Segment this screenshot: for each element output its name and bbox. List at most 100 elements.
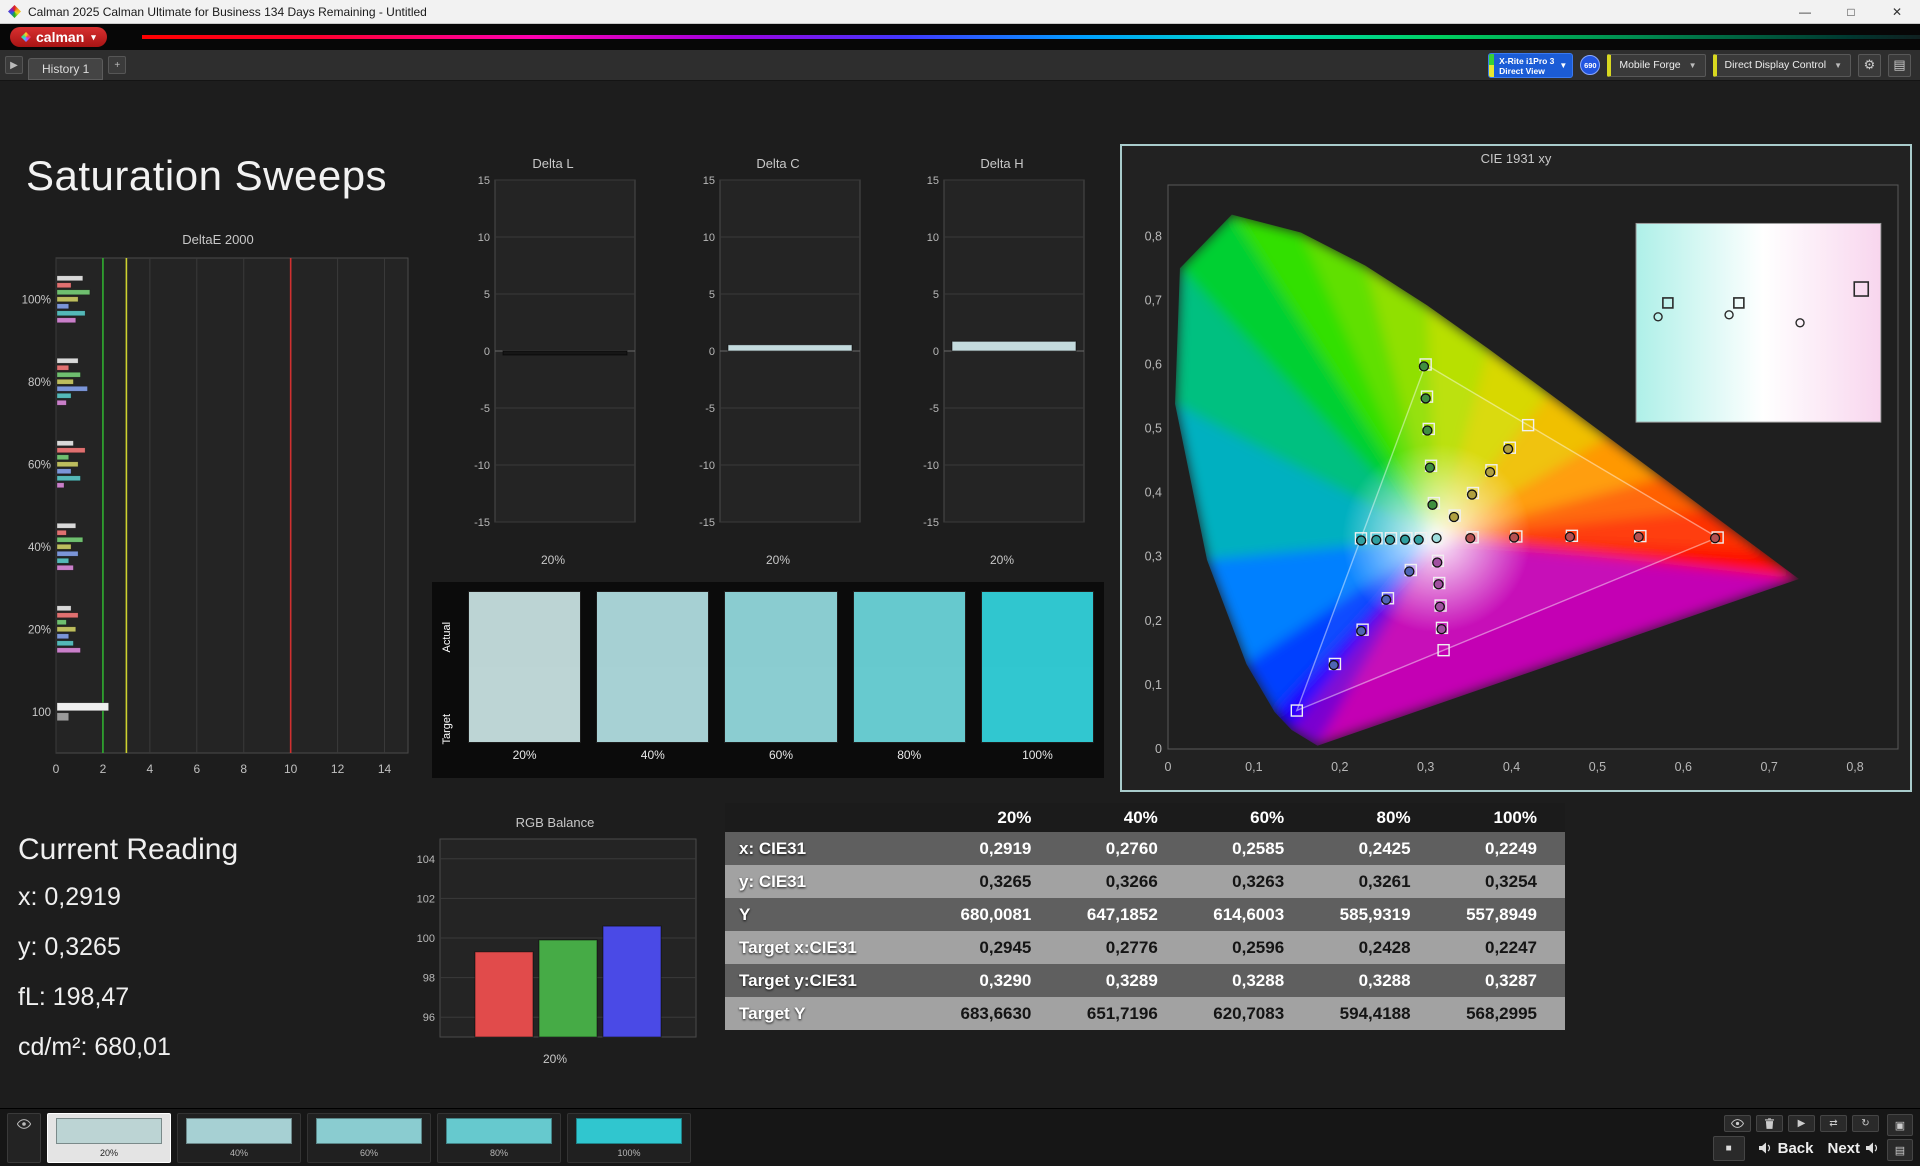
settings-gear-button[interactable]: ⚙ <box>1858 53 1881 77</box>
reading-fl: fL: 198,47 <box>18 983 130 1011</box>
deltae-bar <box>56 317 77 324</box>
chevron-down-icon: ▼ <box>1834 60 1842 70</box>
axis-label: 100 <box>32 707 51 719</box>
axis-label: 5 <box>709 289 715 301</box>
delta-l-xlabel: 20% <box>540 553 566 567</box>
deltae-bar <box>56 310 86 317</box>
actual-swatch <box>981 592 1094 667</box>
axis-label: 5 <box>484 289 490 301</box>
cie-title: CIE 1931 xy <box>1480 151 1552 166</box>
axis-label: 5 <box>933 289 939 301</box>
row-label: Y <box>725 898 933 931</box>
axis-label: 15 <box>927 175 939 187</box>
actual-target-swatch-strip: Actual Target 20% 40% 60% 80% 100% <box>432 582 1104 778</box>
table-cell: 0,3265 <box>933 865 1060 898</box>
reading-x: x: 0,2919 <box>18 883 121 911</box>
current-reading-title: Current Reading <box>18 833 239 866</box>
delete-measurement-button[interactable] <box>1756 1114 1783 1132</box>
axis-label: 0,8 <box>1846 760 1863 774</box>
layout-panel-button[interactable]: ▤ <box>1887 1139 1913 1161</box>
speaker-icon <box>1866 1142 1878 1154</box>
axis-label: 0 <box>484 346 490 358</box>
deltae-bar <box>56 447 86 454</box>
swatch-label: 60% <box>359 1147 378 1158</box>
play-button[interactable]: ▶ <box>1788 1114 1815 1132</box>
page-title: Saturation Sweeps <box>26 152 388 199</box>
swatch-label: 60% <box>768 748 794 762</box>
pattern-preview-tile[interactable] <box>7 1112 41 1163</box>
table-cell: 0,2945 <box>933 931 1060 964</box>
add-tab-button[interactable]: + <box>108 56 127 74</box>
axis-label: 0 <box>1165 760 1172 774</box>
axis-label: 0,4 <box>1145 486 1162 500</box>
cie-measured-point <box>1466 489 1478 500</box>
axis-label: 0,2 <box>1145 614 1162 628</box>
table-cell: 0,3289 <box>1059 964 1186 997</box>
cie-measured-point <box>1564 531 1576 543</box>
axis-label: -10 <box>923 460 939 472</box>
tab-history-1[interactable]: History 1 <box>28 58 104 80</box>
delta-c-xlabel: 20% <box>765 553 791 567</box>
bottom-swatch-80%[interactable]: 80% <box>437 1112 561 1163</box>
row-label: Target x:CIE31 <box>725 931 933 964</box>
deltae-bar <box>56 702 109 712</box>
table-cell: 0,3290 <box>933 964 1060 997</box>
axis-label: 0,7 <box>1760 760 1777 774</box>
display-control-button[interactable]: Direct Display Control ▼ <box>1712 53 1851 77</box>
axis-label: 0,1 <box>1245 760 1262 774</box>
bottom-swatch-60%[interactable]: 60% <box>307 1112 431 1163</box>
meter-select-button[interactable]: X-Rite i1Pro 3 Direct View ▼ <box>1488 52 1574 78</box>
table-cell: 620,7083 <box>1185 997 1313 1030</box>
axis-label: 0,1 <box>1145 678 1162 692</box>
preview-eye-button[interactable] <box>1724 1114 1751 1132</box>
cie-measured-point <box>1355 535 1367 546</box>
actual-swatch <box>469 592 581 667</box>
bottom-swatch-20%[interactable]: 20% <box>47 1112 171 1163</box>
bottom-swatch-40%[interactable]: 40% <box>177 1112 301 1163</box>
back-button[interactable]: Back <box>1758 1140 1813 1157</box>
display-panel-button[interactable]: ▣ <box>1887 1114 1913 1136</box>
cie-measured-point <box>1404 566 1415 577</box>
close-button[interactable]: ✕ <box>1874 0 1920 23</box>
trash-icon <box>1765 1117 1774 1129</box>
eye-icon <box>17 1118 31 1129</box>
minimize-button[interactable]: — <box>1782 0 1828 23</box>
axis-label: -15 <box>474 517 490 529</box>
app-icon <box>8 5 21 18</box>
shuffle-button[interactable]: ⇄ <box>1820 1114 1847 1132</box>
actual-row-label: Actual <box>441 621 453 653</box>
calman-diamond-icon <box>21 32 31 42</box>
next-button[interactable]: Next <box>1827 1140 1879 1157</box>
axis-label: 80% <box>28 377 51 389</box>
swatch-color <box>446 1117 552 1144</box>
stop-button[interactable]: ■ <box>1712 1135 1745 1161</box>
refresh-button[interactable]: ↻ <box>1852 1114 1879 1132</box>
row-label: x: CIE31 <box>725 832 933 865</box>
deltae-bar <box>56 296 79 303</box>
delta-c-title: Delta C <box>756 156 800 171</box>
axis-label: 0,6 <box>1675 760 1692 774</box>
table-header-cell <box>725 803 933 832</box>
table-cell: 0,2428 <box>1312 931 1439 964</box>
table-cell: 0,2760 <box>1059 832 1186 865</box>
swatch-20%: 20% <box>468 591 582 774</box>
logo-bar: calman ▾ <box>0 24 1920 50</box>
cie-measured-point <box>1633 531 1644 543</box>
cie-measured-point <box>1484 466 1496 478</box>
calman-logo-menu[interactable]: calman ▾ <box>10 27 107 47</box>
maximize-button[interactable]: □ <box>1828 0 1874 23</box>
axis-label: 0,3 <box>1145 550 1162 564</box>
table-cell: 0,2776 <box>1059 931 1186 964</box>
rgb-bar-blue <box>602 925 662 1038</box>
rgb-bar-red <box>474 951 534 1038</box>
table-cell: 0,3266 <box>1059 865 1186 898</box>
axis-label: -10 <box>474 460 490 472</box>
expand-panel-button[interactable]: ▶ <box>5 56 23 74</box>
source-select-button[interactable]: Mobile Forge ▼ <box>1607 53 1706 77</box>
panel-layout-button[interactable]: ▤ <box>1888 53 1911 77</box>
axis-label: 10 <box>284 762 298 776</box>
bottom-swatch-100%[interactable]: 100% <box>567 1112 691 1163</box>
source-label: Mobile Forge <box>1619 59 1681 71</box>
toolbar: ▶ History 1 + X-Rite i1Pro 3 Direct View… <box>0 50 1920 81</box>
table-row: Y 680,0081 647,1852 614,6003 585,9319 557,894… <box>725 898 1565 931</box>
